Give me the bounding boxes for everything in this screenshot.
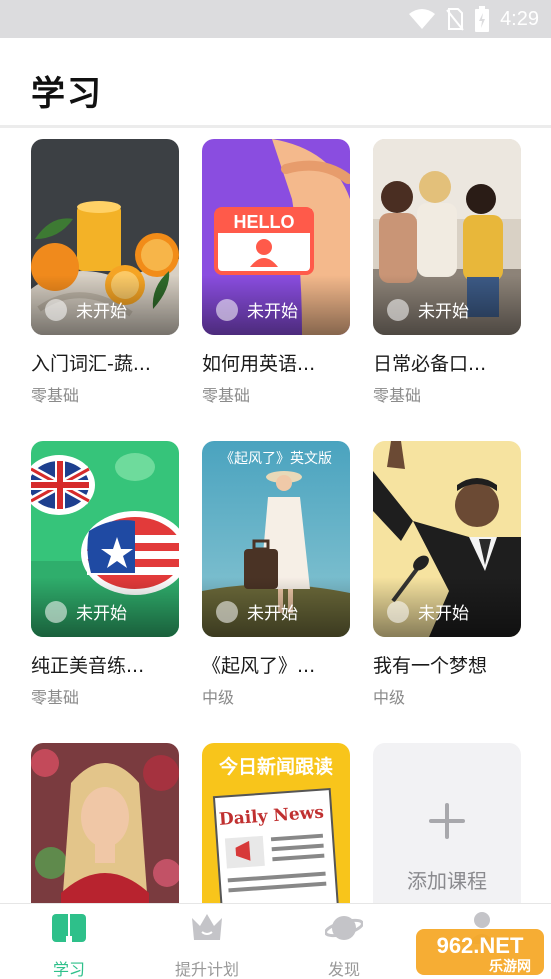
status-bar: 4:29 bbox=[0, 0, 551, 38]
battery-charging-icon bbox=[475, 6, 490, 32]
course-title: 日常必备口... bbox=[373, 353, 487, 375]
course-title: 入门词汇-蔬... bbox=[31, 353, 151, 375]
course-level: 中级 bbox=[373, 688, 406, 707]
status-indicator bbox=[45, 601, 67, 623]
crown-icon bbox=[192, 914, 222, 940]
status-indicator bbox=[216, 299, 238, 321]
course-status: 未开始 bbox=[418, 604, 469, 624]
status-indicator bbox=[387, 299, 409, 321]
header: 学习 bbox=[0, 38, 551, 127]
plus-icon bbox=[429, 803, 465, 839]
tab-label: 学习 bbox=[52, 960, 85, 979]
course-status: 未开始 bbox=[247, 302, 298, 322]
course-level: 零基础 bbox=[31, 688, 80, 707]
course-card[interactable] bbox=[31, 743, 179, 903]
course-status: 未开始 bbox=[247, 604, 298, 624]
course-level: 中级 bbox=[202, 688, 235, 707]
course-card[interactable]: HELLO 未开始 如何用英语... 零基础 bbox=[202, 139, 350, 406]
header-divider bbox=[0, 125, 551, 128]
add-course-label: 添加课程 bbox=[407, 869, 487, 893]
course-status: 未开始 bbox=[418, 302, 469, 322]
course-card[interactable]: 未开始 日常必备口... 零基础 bbox=[373, 139, 521, 406]
clock: 4:29 bbox=[500, 7, 539, 30]
course-level: 零基础 bbox=[373, 386, 422, 405]
course-thumbnail: 未开始 bbox=[31, 139, 179, 335]
course-thumbnail bbox=[31, 743, 179, 903]
add-course-tile: 添加课程 bbox=[373, 743, 521, 903]
page-title: 学习 bbox=[31, 74, 103, 114]
course-level: 零基础 bbox=[31, 386, 80, 405]
course-thumbnail: 未开始 bbox=[373, 441, 521, 637]
course-card[interactable]: 未开始 我有一个梦想 中级 bbox=[373, 441, 521, 708]
watermark-text: 962.NET bbox=[437, 933, 524, 958]
wifi-icon bbox=[409, 9, 436, 29]
planet-icon bbox=[325, 916, 363, 940]
course-thumbnail: 《起风了》英文版 未开始 bbox=[202, 441, 350, 637]
course-card[interactable]: 未开始 入门词汇-蔬... 零基础 bbox=[31, 139, 179, 406]
course-thumbnail: 未开始 bbox=[373, 139, 521, 335]
course-status: 未开始 bbox=[76, 604, 127, 624]
course-title: 如何用英语... bbox=[202, 353, 316, 375]
book-title-text: 《起风了》英文版 bbox=[220, 450, 332, 467]
status-indicator bbox=[45, 299, 67, 321]
course-status: 未开始 bbox=[76, 302, 127, 322]
daily-news-image: 今日新闻跟读 Daily News bbox=[202, 743, 350, 903]
course-thumbnail: 今日新闻跟读 Daily News bbox=[202, 743, 350, 903]
course-thumbnail: HELLO 未开始 bbox=[202, 139, 350, 335]
book-icon bbox=[52, 914, 86, 942]
no-sim-icon bbox=[446, 8, 464, 31]
course-card[interactable]: 未开始 纯正美音练... 零基础 bbox=[31, 441, 179, 708]
course-thumbnail: 未开始 bbox=[31, 441, 179, 637]
status-indicator bbox=[387, 601, 409, 623]
tab-improvement-plan[interactable]: 提升计划 bbox=[162, 904, 252, 979]
site-watermark: 962.NET 乐游网 bbox=[416, 929, 544, 975]
course-title: 《起风了》... bbox=[202, 655, 316, 677]
course-card[interactable]: 今日新闻跟读 Daily News bbox=[202, 743, 350, 903]
tab-label: 发现 bbox=[327, 960, 360, 979]
watermark-subtext: 乐游网 bbox=[489, 958, 531, 975]
status-indicator bbox=[216, 601, 238, 623]
tab-learn[interactable]: 学习 bbox=[24, 904, 114, 979]
add-course-button[interactable]: 添加课程 bbox=[373, 743, 521, 903]
tab-label: 提升计划 bbox=[174, 960, 239, 979]
course-card[interactable]: 《起风了》英文版 未开始 《起风了》... 中级 bbox=[202, 441, 350, 708]
course-title: 纯正美音练... bbox=[31, 655, 145, 677]
portrait-image bbox=[31, 743, 179, 903]
daily-news-heading: 今日新闻跟读 bbox=[218, 755, 333, 778]
hello-text: HELLO bbox=[234, 212, 295, 232]
course-title: 我有一个梦想 bbox=[373, 655, 488, 677]
tab-discover[interactable]: 发现 bbox=[299, 904, 389, 979]
course-level: 零基础 bbox=[202, 386, 251, 405]
